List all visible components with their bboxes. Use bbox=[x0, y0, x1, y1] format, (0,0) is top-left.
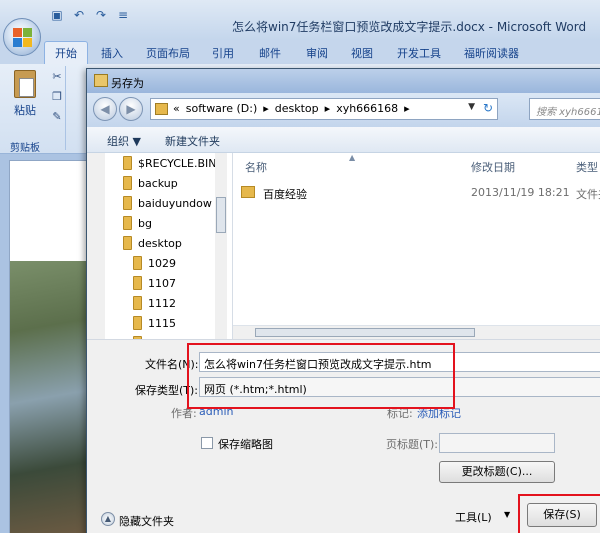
tools-button[interactable]: 工具(L) bbox=[455, 509, 492, 525]
tab-home[interactable]: 开始 bbox=[44, 41, 88, 64]
new-folder-button[interactable]: 新建文件夹 bbox=[165, 133, 220, 149]
copy-icon[interactable]: ❐ bbox=[50, 90, 64, 104]
word-title-bar: ▣ ↶ ↷ ≡ 怎么将win7任务栏窗口预览改成文字提示.docx - Micr… bbox=[0, 0, 600, 40]
page-title-input[interactable] bbox=[439, 433, 555, 453]
forward-icon[interactable]: ▶ bbox=[119, 97, 143, 121]
folder-icon bbox=[133, 276, 142, 290]
folder-icon bbox=[133, 316, 142, 330]
folder-icon bbox=[133, 256, 142, 270]
dialog-title-bar: 另存为 bbox=[87, 69, 600, 93]
folder-icon bbox=[123, 196, 132, 210]
save-as-dialog: 另存为 ◀ ▶ « software (D:) ▸ desktop ▸ xyh6… bbox=[86, 68, 600, 533]
tab-insert[interactable]: 插入 bbox=[101, 45, 123, 61]
folder-icon bbox=[123, 176, 132, 190]
folder-tree: $RECYCLE.BIN backup baiduyundow bg deskt… bbox=[105, 153, 233, 339]
tree-scrollbar[interactable] bbox=[215, 153, 227, 339]
folder-icon bbox=[123, 156, 132, 170]
breadcrumb-overflow[interactable]: « bbox=[173, 102, 180, 115]
file-type: 文件夹 bbox=[576, 188, 600, 201]
change-title-button[interactable]: 更改标题(C)... bbox=[439, 461, 555, 483]
column-header-name[interactable]: 名称 bbox=[245, 159, 267, 175]
dialog-title: 另存为 bbox=[111, 77, 144, 90]
search-placeholder: 搜索 xyh66616 bbox=[536, 107, 600, 118]
tab-foxit-reader[interactable]: 福昕阅读器 bbox=[464, 45, 519, 61]
save-thumbnail-label[interactable]: 保存缩略图 bbox=[218, 436, 273, 452]
redo-icon[interactable]: ↷ bbox=[92, 7, 110, 23]
tab-view[interactable]: 视图 bbox=[351, 45, 373, 61]
tree-item[interactable]: 1029 bbox=[133, 253, 176, 273]
address-dropdown-icon[interactable]: ▼ bbox=[468, 102, 475, 112]
paste-label[interactable]: 粘贴 bbox=[14, 102, 36, 118]
tab-page-layout[interactable]: 页面布局 bbox=[146, 45, 190, 61]
column-header-type[interactable]: 类型 bbox=[576, 159, 598, 175]
save-as-icon bbox=[94, 74, 108, 87]
breadcrumb-desktop[interactable]: desktop bbox=[275, 102, 319, 115]
table-row[interactable]: 百度经验 2013/11/19 18:21 文件夹 bbox=[233, 183, 600, 203]
window-title: 怎么将win7任务栏窗口预览改成文字提示.docx - Microsoft Wo… bbox=[232, 20, 587, 34]
folder-icon bbox=[133, 296, 142, 310]
office-button[interactable] bbox=[3, 18, 41, 56]
tab-references[interactable]: 引用 bbox=[212, 45, 234, 61]
quick-access-toolbar: ▣ ↶ ↷ ≡ bbox=[48, 6, 132, 24]
tree-item[interactable]: 1107 bbox=[133, 273, 176, 293]
address-bar[interactable]: « software (D:) ▸ desktop ▸ xyh666168 ▸ … bbox=[150, 98, 498, 120]
annotation-box-filename bbox=[187, 343, 455, 409]
refresh-icon[interactable]: ↻ bbox=[483, 101, 493, 115]
tree-scroll-thumb[interactable] bbox=[216, 197, 226, 233]
tree-item[interactable]: bg bbox=[123, 213, 152, 233]
office-logo-icon bbox=[13, 28, 32, 47]
breadcrumb-folder[interactable]: xyh666168 bbox=[336, 102, 398, 115]
column-header-date[interactable]: 修改日期 bbox=[471, 159, 515, 175]
tab-developer[interactable]: 开发工具 bbox=[397, 45, 441, 61]
document-page[interactable] bbox=[9, 160, 90, 533]
folder-icon bbox=[123, 236, 132, 250]
tree-item[interactable]: desktop bbox=[123, 233, 182, 253]
save-icon[interactable]: ▣ bbox=[48, 7, 66, 23]
tree-item[interactable]: 1112 bbox=[133, 293, 176, 313]
cut-icon[interactable]: ✂ bbox=[50, 70, 64, 84]
search-input[interactable]: 搜索 xyh66616 bbox=[529, 98, 600, 120]
clipboard-group-label: 剪贴板 bbox=[10, 143, 40, 154]
tab-mailings[interactable]: 邮件 bbox=[259, 45, 281, 61]
breadcrumb-separator[interactable]: ▸ bbox=[325, 102, 331, 115]
tab-review[interactable]: 审阅 bbox=[306, 45, 328, 61]
undo-icon[interactable]: ↶ bbox=[70, 7, 88, 23]
file-name: 百度经验 bbox=[263, 188, 307, 201]
tree-item[interactable]: backup bbox=[123, 173, 178, 193]
document-image bbox=[10, 261, 90, 533]
customize-icon[interactable]: ≡ bbox=[114, 7, 132, 23]
ribbon-tabs: 开始 插入 页面布局 引用 邮件 审阅 视图 开发工具 福昕阅读器 bbox=[0, 40, 600, 64]
address-row: ◀ ▶ « software (D:) ▸ desktop ▸ xyh66616… bbox=[87, 93, 600, 127]
folder-icon bbox=[241, 186, 255, 198]
breadcrumb-separator[interactable]: ▸ bbox=[263, 102, 269, 115]
clipboard-group: 粘贴 ✂ ❐ ✎ 剪贴板 bbox=[4, 66, 66, 154]
tree-item[interactable]: baiduyundow bbox=[123, 193, 212, 213]
file-list-hscrollbar[interactable] bbox=[233, 325, 600, 339]
paste-icon[interactable] bbox=[14, 70, 36, 98]
folder-icon bbox=[155, 103, 168, 115]
chevron-up-icon[interactable]: ▲ bbox=[101, 512, 115, 526]
breadcrumb-drive[interactable]: software (D:) bbox=[186, 102, 258, 115]
back-icon[interactable]: ◀ bbox=[93, 97, 117, 121]
hide-folders-link[interactable]: 隐藏文件夹 bbox=[119, 513, 174, 529]
folder-icon bbox=[123, 216, 132, 230]
format-painter-icon[interactable]: ✎ bbox=[50, 110, 64, 124]
sort-arrow-icon: ▲ bbox=[349, 153, 356, 162]
tools-dropdown-icon[interactable]: ▼ bbox=[504, 510, 510, 519]
breadcrumb: « software (D:) ▸ desktop ▸ xyh666168 ▸ bbox=[173, 102, 410, 115]
file-list: 名称 ▲ 修改日期 类型 百度经验 2013/11/19 18:21 文件夹 bbox=[233, 153, 600, 339]
file-date: 2013/11/19 18:21 bbox=[471, 186, 570, 199]
page-title-label: 页标题(T): bbox=[386, 438, 439, 451]
breadcrumb-separator[interactable]: ▸ bbox=[404, 102, 410, 115]
document-area bbox=[0, 154, 90, 533]
dialog-toolbar: 组织 ▼ 新建文件夹 bbox=[87, 127, 600, 153]
save-thumbnail-checkbox[interactable] bbox=[201, 437, 213, 449]
hscroll-thumb[interactable] bbox=[255, 328, 475, 337]
annotation-box-save bbox=[518, 494, 600, 533]
tree-item[interactable]: 1115 bbox=[133, 313, 176, 333]
tree-item[interactable]: $RECYCLE.BIN bbox=[123, 153, 216, 173]
organize-button[interactable]: 组织 ▼ bbox=[107, 133, 141, 149]
